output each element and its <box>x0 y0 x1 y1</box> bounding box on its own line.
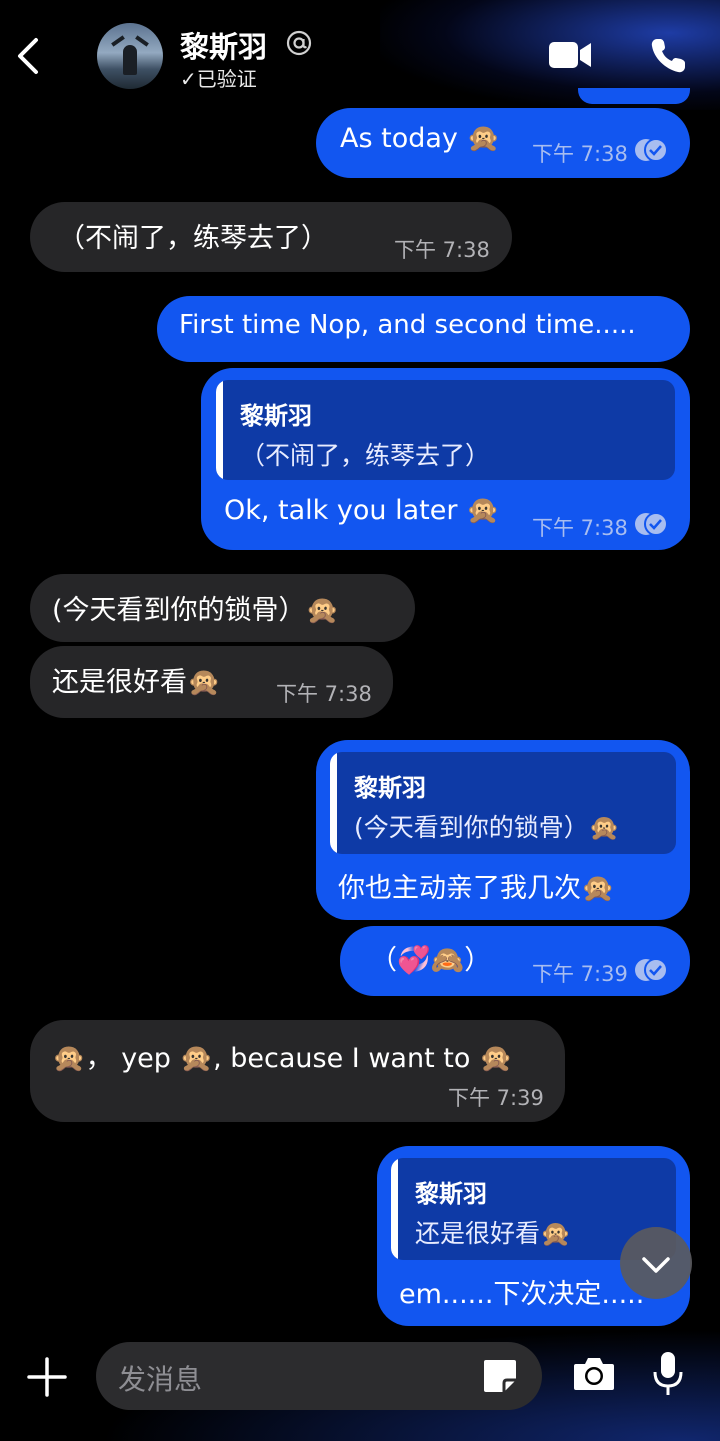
message-input[interactable]: 发消息 <box>96 1342 542 1410</box>
read-receipt-icon <box>635 958 668 982</box>
back-chevron-icon[interactable] <box>14 36 44 76</box>
message-outgoing-reply[interactable]: 黎斯羽 （不闹了，练琴去了） Ok, talk you later 🙊 下午 7… <box>201 368 690 550</box>
message-input-placeholder: 发消息 <box>118 1363 203 1396</box>
at-icon <box>286 30 312 56</box>
quote-bar <box>330 752 337 854</box>
message-text: Ok, talk you later 🙊 <box>224 495 500 526</box>
quote-author: 黎斯羽 <box>354 774 426 802</box>
quote-text: 还是很好看🙊 <box>415 1219 572 1248</box>
message-incoming[interactable]: 🙊， yep 🙊, because I want to 🙊 下午 7:39 <box>30 1020 565 1122</box>
message-text: 还是很好看🙊 <box>52 667 221 698</box>
plus-icon[interactable] <box>26 1356 68 1398</box>
message-text: First time Nop, and second time..... <box>179 310 636 340</box>
message-text: 🙊， yep 🙊, because I want to 🙊 <box>52 1043 513 1074</box>
sticker-icon[interactable] <box>480 1356 520 1396</box>
quote-bar <box>391 1158 398 1260</box>
message-text: As today 🙊 <box>340 123 501 154</box>
message-outgoing[interactable]: （💞🙈） 下午 7:39 <box>340 926 690 996</box>
read-receipt-icon <box>635 138 668 162</box>
message-time: 下午 7:38 <box>394 238 490 262</box>
quote-text: （不闹了，练琴去了） <box>240 441 491 470</box>
quoted-message[interactable]: 黎斯羽 (今天看到你的锁骨）🙊 <box>330 752 676 854</box>
message-incoming[interactable]: 还是很好看🙊 下午 7:38 <box>30 646 393 718</box>
message-time: 下午 7:39 <box>448 1086 544 1110</box>
message-incoming[interactable]: （不闹了，练琴去了） 下午 7:38 <box>30 202 512 272</box>
chat-header: 黎斯羽 ✓已验证 <box>0 0 720 100</box>
message-text: 你也主动亲了我几次🙊 <box>338 873 615 904</box>
message-time: 下午 7:38 <box>532 516 628 540</box>
read-receipt-icon <box>635 512 668 536</box>
message-outgoing-reply[interactable]: 黎斯羽 (今天看到你的锁骨）🙊 你也主动亲了我几次🙊 <box>316 740 690 920</box>
message-time: 下午 7:38 <box>532 142 628 166</box>
microphone-icon[interactable] <box>652 1350 684 1398</box>
message-incoming[interactable]: (今天看到你的锁骨）🙊 <box>30 574 415 642</box>
message-text: (今天看到你的锁骨）🙊 <box>52 595 340 626</box>
message-time: 下午 7:38 <box>276 682 372 706</box>
quoted-message[interactable]: 黎斯羽 （不闹了，练琴去了） <box>216 380 675 480</box>
message-outgoing[interactable]: First time Nop, and second time..... <box>157 296 690 362</box>
chevron-down-icon <box>642 1257 670 1273</box>
message-text: （不闹了，练琴去了） <box>58 223 328 254</box>
quote-text: (今天看到你的锁骨）🙊 <box>354 813 620 842</box>
avatar[interactable] <box>97 23 163 89</box>
scroll-to-bottom-button[interactable] <box>620 1227 692 1299</box>
video-call-icon[interactable] <box>548 40 592 70</box>
contact-name[interactable]: 黎斯羽 <box>180 24 267 66</box>
message-text: （💞🙈） <box>370 945 492 976</box>
message-text: em......下次决定..... <box>399 1279 645 1310</box>
quote-author: 黎斯羽 <box>415 1180 487 1208</box>
message-outgoing[interactable]: As today 🙊 下午 7:38 <box>316 108 690 178</box>
quote-bar <box>216 380 223 480</box>
camera-icon[interactable] <box>572 1354 616 1394</box>
phone-call-icon[interactable] <box>648 36 688 76</box>
verified-label: ✓已验证 <box>180 67 257 91</box>
quote-author: 黎斯羽 <box>240 402 312 430</box>
message-time: 下午 7:39 <box>532 962 628 986</box>
